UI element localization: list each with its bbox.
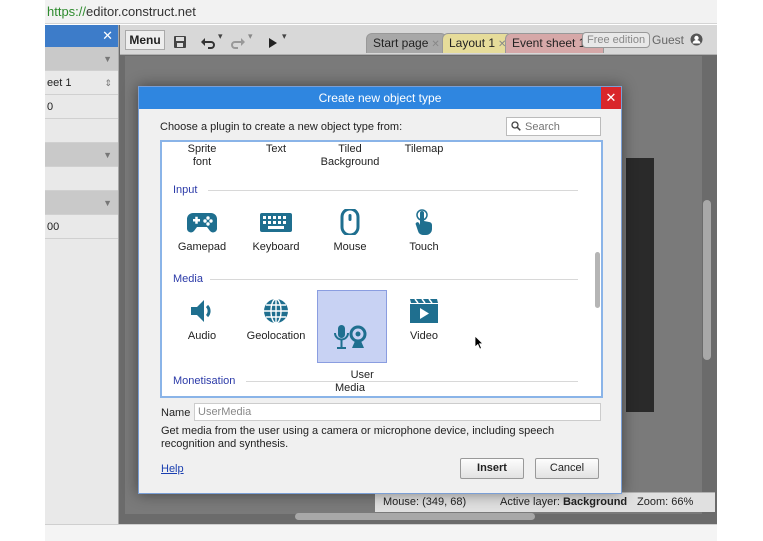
tab-start-page[interactable]: Start page ✕ — [366, 33, 447, 53]
plugin-sprite-font[interactable]: Sprite font — [167, 143, 237, 169]
gamepad-icon — [187, 213, 217, 233]
property-value: eet 1 — [47, 77, 72, 89]
active-layer: Active layer: Background — [500, 496, 628, 508]
audio-icon — [191, 300, 211, 322]
undo-dropdown-icon[interactable]: ▾ — [218, 31, 223, 51]
user-icon — [690, 33, 703, 46]
property-row[interactable] — [45, 119, 118, 143]
search-icon — [511, 121, 521, 131]
play-dropdown-icon[interactable]: ▾ — [282, 31, 287, 51]
close-icon[interactable]: ✕ — [431, 39, 439, 50]
bottom-bar — [45, 524, 717, 541]
properties-panel: ✕ ▼ eet 1 ⇕ 0 ▼ ▼ 00 — [45, 25, 119, 524]
menu-button[interactable]: Menu — [125, 30, 165, 50]
dialog-prompt: Choose a plugin to create a new object t… — [160, 121, 403, 133]
save-icon[interactable] — [173, 32, 187, 52]
collapse-arrow-icon[interactable]: ▼ — [103, 47, 112, 71]
name-field[interactable] — [194, 403, 601, 421]
insert-button[interactable]: Insert — [460, 458, 524, 479]
category-monetisation: Monetisation — [173, 375, 236, 387]
zoom-level: Zoom: 66% — [637, 496, 694, 508]
keyboard-icon — [260, 213, 292, 232]
collapse-arrow-icon[interactable]: ▼ — [103, 143, 112, 167]
url-text: https://editor.construct.net — [47, 4, 196, 19]
property-section[interactable]: ▼ — [45, 143, 118, 167]
category-input: Input — [173, 184, 198, 196]
layout-object — [626, 158, 654, 412]
close-icon[interactable]: ✕ — [102, 28, 113, 44]
property-value: 0 — [47, 101, 54, 113]
dropdown-arrow-icon[interactable]: ⇕ — [104, 71, 112, 95]
category-media: Media — [173, 273, 203, 285]
plugin-video[interactable]: Video — [389, 298, 459, 343]
plugin-keyboard[interactable]: Keyboard — [241, 209, 311, 254]
divider — [208, 190, 578, 191]
properties-header: ✕ — [45, 25, 118, 47]
create-object-dialog: Create new object type ✕ Choose a plugin… — [138, 86, 622, 494]
touch-icon — [415, 209, 432, 235]
status-bar: Mouse: (349, 68) Active layer: Backgroun… — [375, 492, 715, 512]
collapse-arrow-icon[interactable]: ▼ — [103, 191, 112, 215]
name-label: Name — [161, 407, 191, 419]
horizontal-scrollbar[interactable] — [295, 513, 535, 520]
plugin-list[interactable]: Sprite font Text Tiled Background Tilema… — [160, 140, 603, 398]
cancel-button[interactable]: Cancel — [535, 458, 599, 479]
mouse-position: Mouse: (349, 68) — [383, 496, 467, 508]
video-icon — [410, 298, 438, 323]
plugin-geolocation[interactable]: Geolocation — [241, 298, 311, 343]
undo-icon[interactable] — [200, 33, 216, 53]
play-icon[interactable] — [268, 33, 278, 53]
plugin-audio[interactable]: Audio — [167, 298, 237, 343]
property-row[interactable]: eet 1 ⇕ — [45, 71, 118, 95]
plugin-touch[interactable]: Touch — [389, 209, 459, 254]
dialog-title: Create new object type — [139, 87, 621, 109]
property-section[interactable]: ▼ — [45, 191, 118, 215]
help-link[interactable]: Help — [161, 463, 184, 475]
divider — [246, 381, 578, 382]
toolbar: Menu ▾ ▾ ▾ Start page ✕ Layout 1 ✕ Event s… — [120, 25, 717, 55]
redo-icon[interactable] — [230, 33, 246, 53]
property-value: 00 — [47, 221, 60, 233]
mouse-icon — [340, 209, 360, 235]
globe-icon — [264, 298, 288, 324]
property-row[interactable] — [45, 167, 118, 191]
address-bar[interactable]: https://editor.construct.net — [45, 0, 717, 24]
property-section[interactable]: ▼ — [45, 47, 118, 71]
plugin-mouse[interactable]: Mouse — [315, 209, 385, 254]
account-menu[interactable]: Guest — [652, 33, 703, 47]
free-edition-badge[interactable]: Free edition — [582, 32, 651, 48]
plugin-gamepad[interactable]: Gamepad — [167, 209, 237, 254]
property-row[interactable]: 00 — [45, 215, 118, 239]
plugin-description: Get media from the user using a camera o… — [161, 425, 555, 450]
plugin-list-scrollbar[interactable] — [595, 252, 600, 308]
close-button[interactable]: ✕ — [601, 87, 621, 109]
tab-layout-1[interactable]: Layout 1 ✕ — [442, 33, 514, 53]
vertical-scrollbar[interactable] — [703, 200, 711, 360]
properties-rows: ▼ eet 1 ⇕ 0 ▼ ▼ 00 — [45, 47, 118, 239]
redo-dropdown-icon[interactable]: ▾ — [248, 31, 253, 51]
plugin-tilemap[interactable]: Tilemap — [389, 143, 459, 156]
property-row[interactable]: 0 — [45, 95, 118, 119]
plugin-tiled-background[interactable]: Tiled Background — [315, 143, 385, 169]
mouse-cursor-icon — [474, 335, 484, 350]
plugin-text[interactable]: Text — [241, 143, 311, 156]
divider — [210, 279, 578, 280]
screen: https://editor.construct.net ✕ ▼ eet 1 ⇕ 0 ▼… — [0, 0, 763, 541]
plugin-user-media[interactable]: User Media — [315, 298, 385, 396]
user-media-icon — [334, 325, 367, 349]
